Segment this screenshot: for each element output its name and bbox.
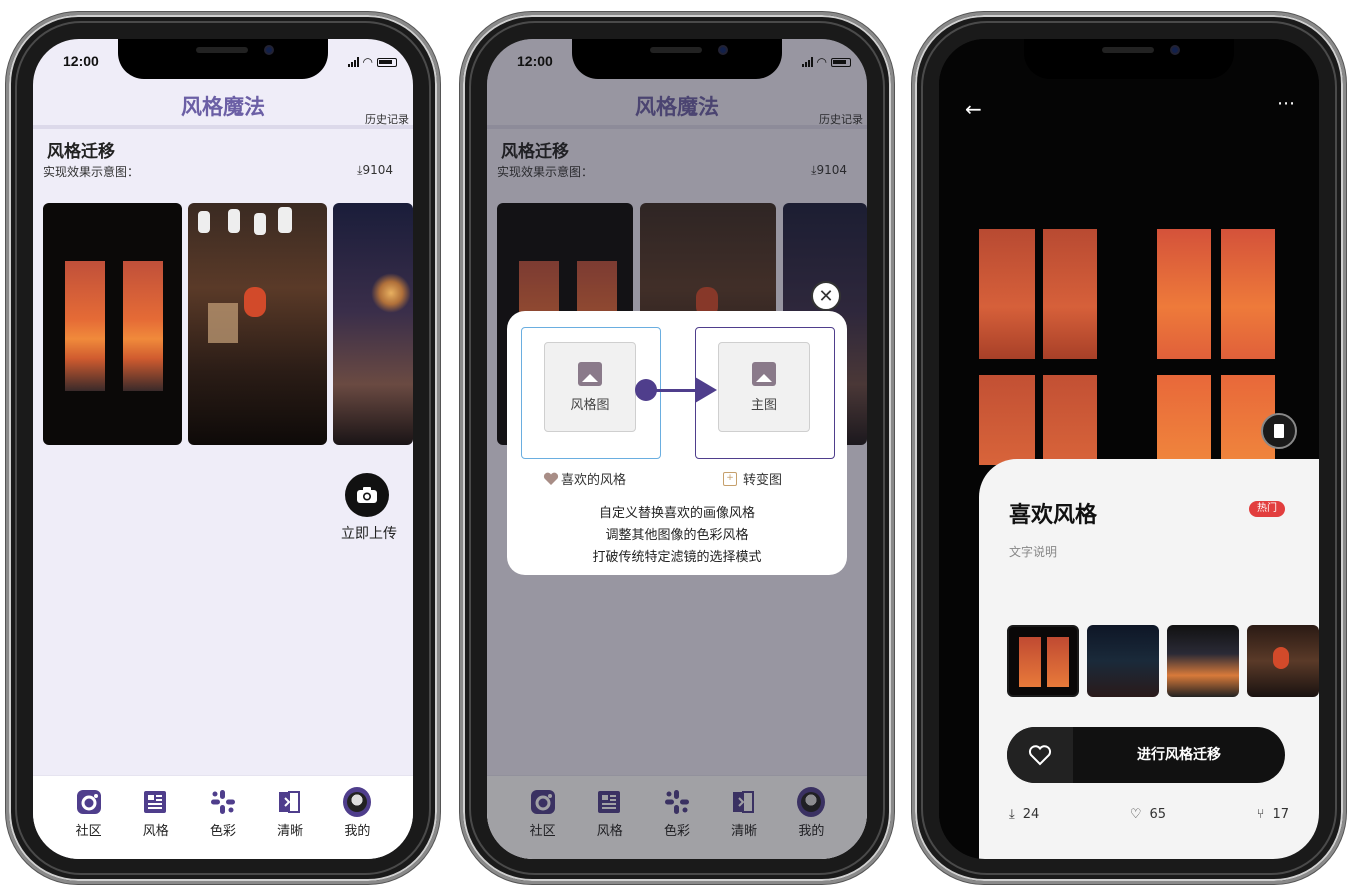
- heart-icon: [543, 472, 559, 485]
- tab-clarity[interactable]: 清晰: [264, 788, 316, 859]
- phone-frame-modal: 12:00 ◠ 风格魔法 历史记录 风格迁移 实现效果示意图： ⤓9104 社区…: [460, 12, 894, 884]
- signal-icon: [801, 57, 813, 67]
- example-gallery[interactable]: [43, 203, 413, 445]
- close-icon: ✕: [818, 285, 834, 307]
- detail-description: 文字说明: [1009, 545, 1058, 559]
- wifi-icon: ◠: [362, 55, 373, 69]
- favorite-style-label: 喜欢的风格: [561, 473, 627, 488]
- like-button[interactable]: [1007, 727, 1073, 783]
- style-thumbnails[interactable]: [1007, 625, 1319, 697]
- tab-community-label: 社区: [75, 824, 102, 839]
- download-icon: ⤓: [1009, 807, 1015, 822]
- arrow-line: [655, 389, 697, 392]
- style-icon: [143, 791, 166, 813]
- upload-button[interactable]: [345, 473, 389, 517]
- wifi-icon: ◠: [816, 55, 827, 69]
- modal-close-button[interactable]: ✕: [811, 281, 841, 311]
- sparkle-image-icon: +: [723, 471, 737, 486]
- battery-icon: [831, 57, 851, 67]
- detail-top-bar: ← ⋯: [939, 85, 1319, 137]
- style-image-label: 风格图: [570, 397, 610, 413]
- main-image-label: 主图: [750, 397, 777, 413]
- style-transfer-modal: 风格图 主图 喜欢的风格 + 转变图 自定义替换喜欢的画像风格 调整其他图像的色…: [507, 311, 847, 575]
- notch: [118, 39, 328, 79]
- bookmark-icon: [1274, 424, 1284, 438]
- favorite-style-link[interactable]: 喜欢的风格: [543, 469, 626, 488]
- image-placeholder-icon: [752, 361, 776, 386]
- image-placeholder-icon: [578, 361, 602, 386]
- gallery-image-dusk[interactable]: [333, 203, 413, 445]
- modal-line-3: 打破传统特定滤镜的选择模式: [592, 550, 762, 565]
- battery-icon: [377, 57, 397, 67]
- hot-badge: 热门: [1249, 501, 1285, 517]
- download-stat[interactable]: ⤓ 24: [1009, 807, 1039, 822]
- tab-community[interactable]: 社区: [63, 788, 115, 859]
- tab-clarity-label: 清晰: [277, 824, 304, 839]
- main-image-box[interactable]: 主图: [695, 327, 835, 459]
- clarity-icon: [279, 791, 301, 813]
- page-title: 风格魔法: [181, 95, 265, 119]
- tab-color[interactable]: 色彩: [197, 788, 249, 859]
- section-title: 风格迁移: [47, 142, 115, 162]
- tab-color-label: 色彩: [209, 824, 236, 839]
- status-time: 12:00: [63, 53, 99, 69]
- upload-label[interactable]: 立即上传: [341, 523, 397, 543]
- style-transfer-cta[interactable]: 进行风格迁移: [1007, 727, 1285, 783]
- thumbnail-lantern[interactable]: [1247, 625, 1319, 697]
- color-icon: [210, 790, 235, 814]
- notch: [572, 39, 782, 79]
- gallery-image-window[interactable]: [43, 203, 182, 445]
- modal-line-2: 调整其他图像的色彩风格: [605, 528, 749, 543]
- phone-frame-detail: ← ⋯ 喜欢风格 热门 文字说明 进行风格迁移 ⤓ 24 ♡ 65 ⑂ 17: [912, 12, 1346, 884]
- detail-stats: ⤓ 24 ♡ 65 ⑂ 17: [1009, 807, 1289, 822]
- tab-bar: 社区 风格 色彩 清晰 我的: [33, 775, 413, 859]
- history-link[interactable]: 历史记录: [365, 111, 409, 127]
- cta-label: 进行风格迁移: [1137, 747, 1221, 763]
- heart-outline-icon: [1028, 745, 1052, 766]
- modal-screen: 12:00 ◠ 风格魔法 历史记录 风格迁移 实现效果示意图： ⤓9104 社区…: [487, 39, 867, 859]
- more-icon[interactable]: ⋯: [1277, 93, 1297, 114]
- thumbnail-sunset-window[interactable]: [1167, 625, 1239, 697]
- arrow-start-dot: [635, 379, 657, 401]
- detail-title: 喜欢风格: [1009, 503, 1098, 528]
- style-detail-card: 喜欢风格 热门 文字说明 进行风格迁移 ⤓ 24 ♡ 65 ⑂ 17: [979, 459, 1319, 859]
- status-time: 12:00: [517, 53, 553, 69]
- avatar-icon: [343, 787, 372, 817]
- home-screen: 12:00 ◠ 风格魔法 历史记录 风格迁移 实现效果示意图： ⤓9104 立即…: [33, 39, 413, 859]
- notch: [1024, 39, 1234, 79]
- tab-style[interactable]: 风格: [130, 788, 182, 859]
- section-subtitle: 实现效果示意图：: [43, 165, 140, 179]
- modal-line-1: 自定义替换喜欢的画像风格: [598, 506, 755, 521]
- download-count: ⤓9104: [357, 163, 393, 177]
- modal-description: 自定义替换喜欢的画像风格 调整其他图像的色彩风格 打破传统特定滤镜的选择模式: [507, 503, 847, 569]
- camera-icon: [357, 487, 377, 503]
- tab-style-label: 风格: [142, 824, 169, 839]
- community-icon: [76, 790, 101, 814]
- convert-image-label: 转变图: [743, 473, 783, 488]
- like-stat[interactable]: ♡ 65: [1130, 807, 1166, 822]
- back-icon[interactable]: ←: [965, 97, 982, 121]
- tab-mine[interactable]: 我的: [331, 787, 383, 859]
- detail-screen: ← ⋯ 喜欢风格 热门 文字说明 进行风格迁移 ⤓ 24 ♡ 65 ⑂ 17: [939, 39, 1319, 859]
- heart-icon: ♡: [1129, 807, 1142, 822]
- save-float-button[interactable]: [1261, 413, 1297, 449]
- gallery-image-street[interactable]: [188, 203, 327, 445]
- share-stat[interactable]: ⑂ 17: [1257, 807, 1289, 822]
- convert-image-link[interactable]: + 转变图: [723, 469, 782, 488]
- thumbnail-night-street[interactable]: [1087, 625, 1159, 697]
- phone-frame-home: 12:00 ◠ 风格魔法 历史记录 风格迁移 实现效果示意图： ⤓9104 立即…: [6, 12, 440, 884]
- app-header: 风格魔法 历史记录: [33, 85, 413, 129]
- thumbnail-window[interactable]: [1007, 625, 1079, 697]
- share-icon: ⑂: [1256, 807, 1265, 822]
- tab-mine-label: 我的: [344, 824, 371, 839]
- signal-icon: [347, 57, 359, 67]
